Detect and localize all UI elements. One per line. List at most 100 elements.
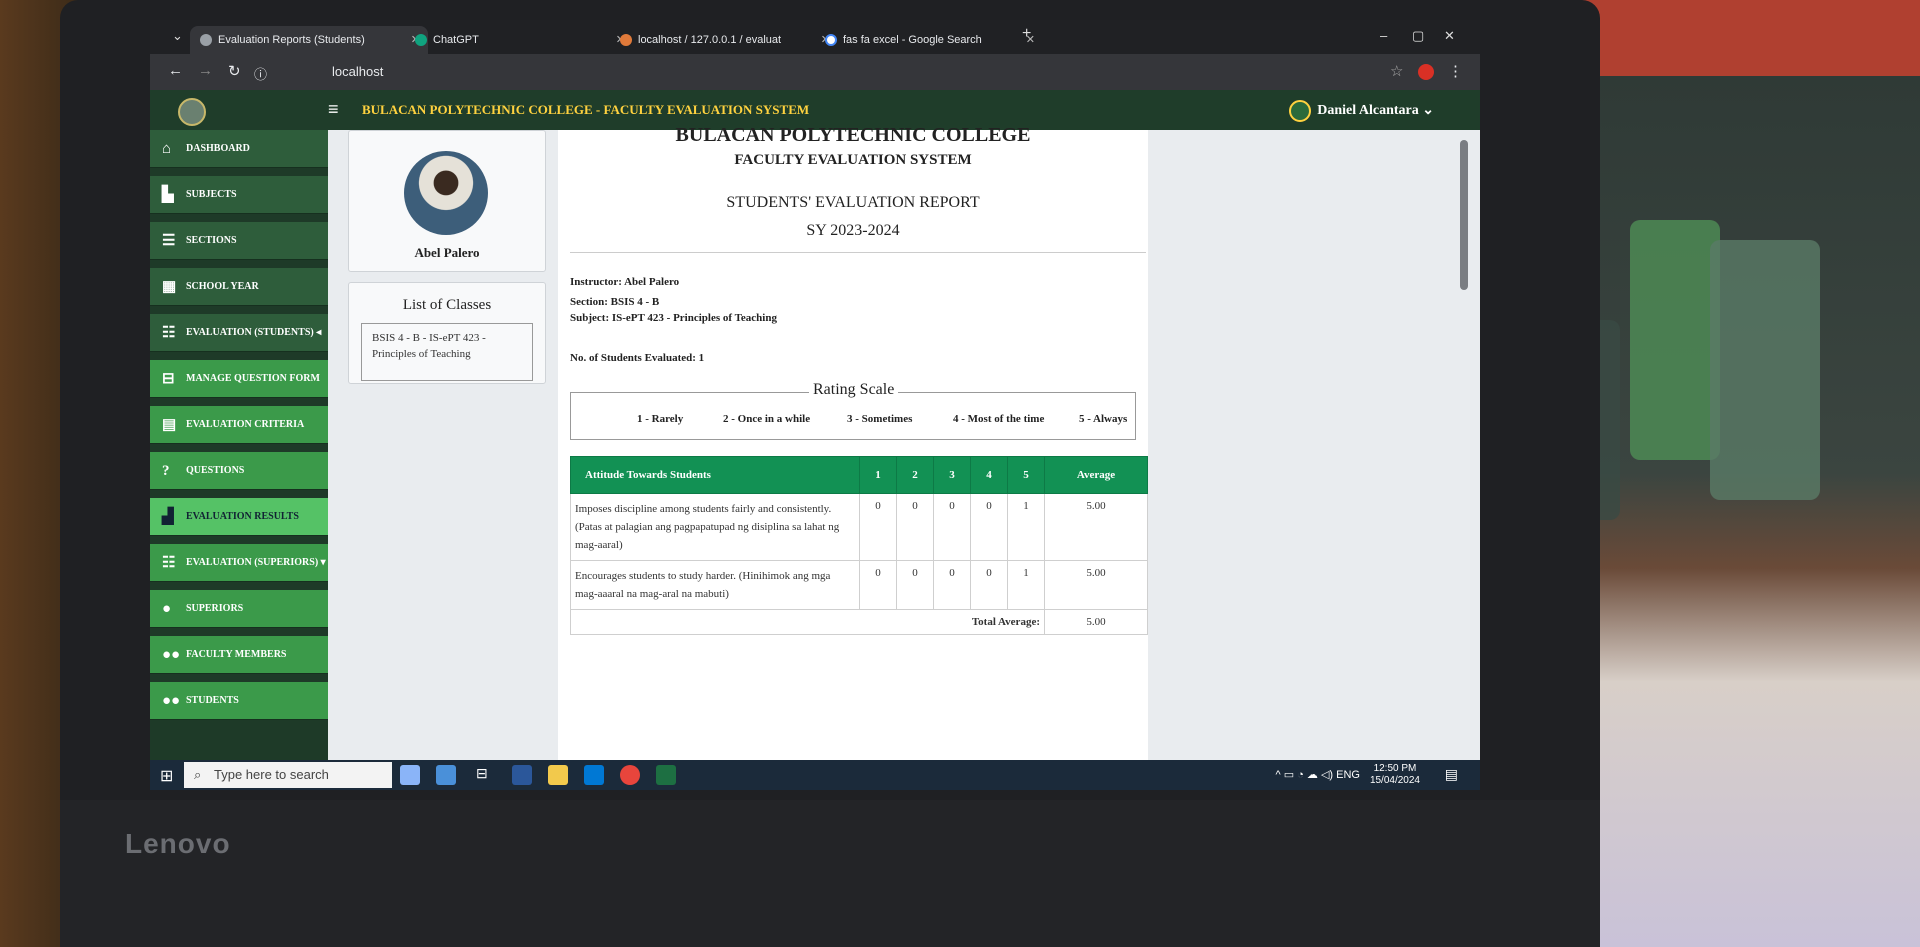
scale-item: 2 - Once in a while	[723, 413, 811, 425]
caret-down-icon: ▾	[320, 557, 326, 568]
sidebar-item-evaluation-superiors[interactable]: ☷ EVALUATION (SUPERIORS) ▾	[150, 544, 328, 582]
classes-heading: List of Classes	[402, 297, 492, 313]
calendar-icon: ▦	[162, 279, 177, 295]
bookmark-star-icon[interactable]: ☆	[1390, 62, 1403, 80]
question-cell: Imposes discipline among students fairly…	[570, 493, 860, 561]
minimize-icon[interactable]: –	[1380, 28, 1387, 43]
sidebar-item-evaluation-criteria[interactable]: ▤ EVALUATION CRITERIA	[150, 406, 328, 444]
maximize-icon[interactable]: ▢	[1412, 28, 1424, 44]
sidebar-item-questions[interactable]: ? QUESTIONS	[150, 452, 328, 490]
tab-chatgpt[interactable]: ChatGPT ✕	[405, 26, 633, 54]
notification-icon[interactable]: ▤	[1445, 766, 1458, 783]
close-window-icon[interactable]: ✕	[1444, 28, 1455, 44]
tab-evaluation-reports[interactable]: Evaluation Reports (Students) ✕	[190, 26, 428, 54]
back-icon[interactable]: ←	[168, 62, 183, 79]
taskbar-app-icon[interactable]	[400, 765, 420, 785]
taskbar-app-icon[interactable]	[436, 765, 456, 785]
users-icon: ●●	[162, 647, 181, 663]
sidebar-item-evaluation-students[interactable]: ☷ EVALUATION (STUDENTS) ◂	[150, 314, 328, 352]
report-college: BULACAN POLYTECHNIC COLLEGE	[675, 124, 1031, 146]
app: ≡ BULACAN POLYTECHNIC COLLEGE - FACULTY …	[150, 90, 1480, 760]
sidebar-item-school-year[interactable]: ▦ SCHOOL YEAR	[150, 268, 328, 306]
sidebar-item-superiors[interactable]: ● SUPERIORS	[150, 590, 328, 628]
taskbar-search-input[interactable]: ⌕ Type here to search	[184, 762, 392, 788]
list-check-icon: ☷	[162, 325, 176, 341]
reload-icon[interactable]: ↻	[228, 62, 241, 80]
tab-phpmyadmin[interactable]: localhost / 127.0.0.1 / evaluat ✕	[610, 26, 838, 54]
forward-icon[interactable]: →	[198, 62, 213, 79]
background-right	[1560, 0, 1920, 947]
sidebar-item-students[interactable]: ●● STUDENTS	[150, 682, 328, 720]
list-icon: ☰	[162, 233, 176, 249]
sidebar-item-subjects[interactable]: ▙ SUBJECTS	[150, 176, 328, 214]
chrome-icon[interactable]	[620, 765, 640, 785]
count-cell: 0	[970, 560, 1008, 610]
user-menu[interactable]: Daniel Alcantara ⌄	[1289, 100, 1434, 122]
google-icon	[825, 34, 837, 46]
col-header: 3	[933, 456, 971, 494]
list-check-icon: ☷	[162, 555, 176, 571]
system-tray[interactable]: ^ ▭ ◔ ☁ ◁) ENG	[1276, 768, 1360, 781]
screen: ⌄ Evaluation Reports (Students) ✕ ChatGP…	[150, 20, 1480, 790]
count-cell: 0	[933, 560, 971, 610]
sidebar-item-evaluation-results[interactable]: ▟ EVALUATION RESULTS	[150, 498, 328, 536]
count-cell: 0	[933, 493, 971, 561]
sidebar-item-manage-question-form[interactable]: ⊟ MANAGE QUESTION FORM	[150, 360, 328, 398]
excel-icon[interactable]	[656, 765, 676, 785]
criteria-header: Attitude Towards Students	[570, 456, 860, 494]
clipboard-icon: ▤	[162, 417, 177, 433]
hamburger-menu-icon[interactable]: ≡	[328, 99, 339, 120]
browser-addressbar: ← → ↻ ⓘ localhost ☆ ⋮	[150, 54, 1480, 90]
sidebar-item-faculty-members[interactable]: ●● FACULTY MEMBERS	[150, 636, 328, 674]
average-cell: 5.00	[1044, 560, 1148, 610]
question-icon: ?	[162, 463, 170, 479]
count-cell: 0	[896, 560, 934, 610]
user-icon: ●	[162, 601, 172, 617]
report-system: FACULTY EVALUATION SYSTEM	[734, 152, 972, 168]
count-cell: 0	[970, 493, 1008, 561]
report-subject: Subject: IS-ePT 423 - Principles of Teac…	[570, 312, 777, 324]
col-header: 2	[896, 456, 934, 494]
rating-scale-legend: Rating Scale	[809, 381, 899, 399]
windows-start-icon[interactable]: ⊞	[160, 766, 173, 786]
count-cell: 0	[859, 493, 897, 561]
count-cell: 0	[896, 493, 934, 561]
new-tab-icon[interactable]: +	[1022, 25, 1031, 43]
profile-icon[interactable]	[1418, 64, 1434, 80]
profile-card: Abel Palero	[348, 130, 546, 272]
tab-search-icon[interactable]: ⌄	[172, 28, 183, 44]
browser-tabbar: ⌄ Evaluation Reports (Students) ✕ ChatGP…	[150, 20, 1480, 54]
page-scrollbar[interactable]	[1460, 140, 1468, 290]
phpmyadmin-icon	[620, 34, 632, 46]
task-view-icon[interactable]: ⊟	[476, 765, 496, 785]
count-cell: 0	[859, 560, 897, 610]
site-info-icon[interactable]: ⓘ	[254, 64, 267, 83]
vscode-icon[interactable]	[584, 765, 604, 785]
word-icon[interactable]	[512, 765, 532, 785]
question-cell: Encourages students to study harder. (Hi…	[570, 560, 860, 610]
sidebar-item-sections[interactable]: ☰ SECTIONS	[150, 222, 328, 260]
tab-google-search[interactable]: fas fa excel - Google Search ✕	[815, 26, 1043, 54]
taskbar-clock[interactable]: 12:50 PM 15/04/2024	[1370, 763, 1420, 787]
divider	[570, 252, 1146, 253]
chevron-down-icon: ⌄	[1422, 103, 1434, 119]
jar-image	[1710, 240, 1820, 500]
caret-left-icon: ◂	[316, 327, 322, 338]
table-row: Imposes discipline among students fairly…	[570, 493, 1148, 561]
laptop-brand: Lenovo	[125, 828, 231, 859]
file-explorer-icon[interactable]	[548, 765, 568, 785]
sidebar-item-dashboard[interactable]: ⌂ DASHBOARD	[150, 130, 328, 168]
report-instructor: Instructor: Abel Palero	[570, 276, 680, 288]
class-list-item[interactable]: BSIS 4 - B - IS-ePT 423 - Principles of …	[361, 323, 533, 381]
user-avatar-icon	[1289, 100, 1312, 122]
evaluation-report: BULACAN POLYTECHNIC COLLEGE FACULTY EVAL…	[558, 124, 1148, 760]
menu-dots-icon[interactable]: ⋮	[1448, 62, 1463, 80]
table-row: Encourages students to study harder. (Hi…	[570, 560, 1148, 610]
url-field[interactable]: localhost	[332, 61, 1392, 83]
rating-scale-box: Rating Scale 1 - Rarely 2 - Once in a wh…	[570, 381, 1136, 440]
home-icon: ⌂	[162, 141, 172, 157]
page-icon	[200, 34, 212, 46]
count-cell: 1	[1007, 560, 1045, 610]
col-header: 4	[970, 456, 1008, 494]
col-header: 5	[1007, 456, 1045, 494]
